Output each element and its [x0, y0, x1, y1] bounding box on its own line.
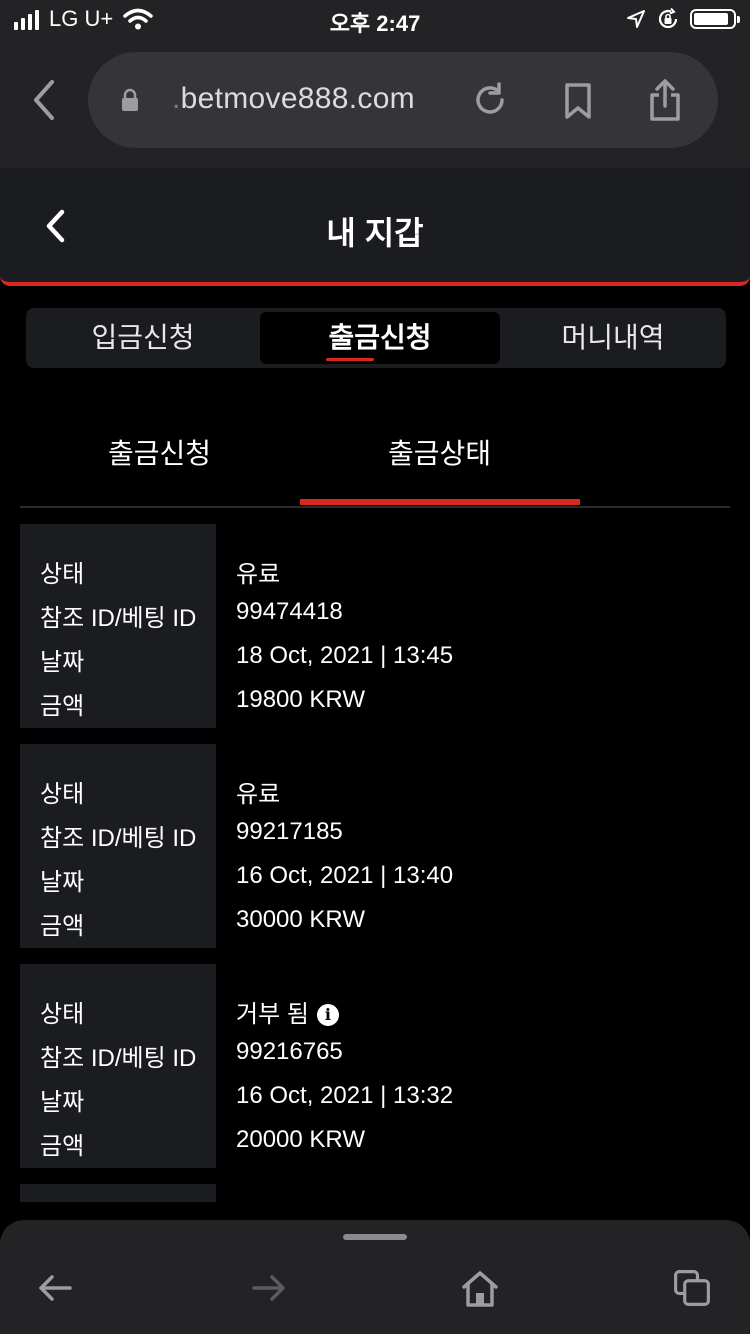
- back-arrow-icon[interactable]: [36, 1268, 76, 1308]
- record-label-column: 상태 참조 ID/베팅 ID 날짜 금액: [20, 524, 216, 728]
- status-bar: LG U+ 오후 2:47: [0, 0, 750, 40]
- amount-label: 금액: [40, 1133, 85, 1160]
- ref-id-label: 참조 ID/베팅 ID: [40, 1045, 197, 1072]
- amount-value: 30000 KRW: [236, 906, 365, 933]
- wallet-tabs: 입금신청 출금신청 머니내역: [26, 308, 726, 368]
- browser-toolbar: .betmove888.com: [0, 40, 750, 168]
- record-label-column: 상태 참조 ID/베팅 ID 날짜 금액: [20, 744, 216, 948]
- date-value: 18 Oct, 2021 | 13:45: [236, 642, 454, 669]
- home-icon[interactable]: [460, 1268, 500, 1308]
- ref-id-label: 참조 ID/베팅 ID: [40, 605, 197, 632]
- tabs-icon[interactable]: [672, 1268, 712, 1308]
- status-value: 유료: [236, 781, 281, 808]
- record-label-column: 상태 참조 ID/베팅 ID 날짜 금액: [20, 964, 216, 1168]
- address-bar[interactable]: .betmove888.com: [88, 52, 718, 148]
- date-value: 16 Oct, 2021 | 13:32: [236, 1082, 454, 1109]
- lock-icon: [122, 88, 138, 111]
- withdrawal-record: 상태 참조 ID/베팅 ID 날짜 금액 거부 됨 i 99216765 16 O…: [20, 964, 730, 1168]
- date-label: 날짜: [40, 1089, 85, 1116]
- status-label: 상태: [40, 1001, 85, 1028]
- url-text[interactable]: .betmove888.com: [172, 82, 415, 116]
- date-value: 16 Oct, 2021 | 13:40: [236, 862, 454, 889]
- active-subtab-indicator: [300, 499, 580, 505]
- partial-record-card: [20, 1184, 216, 1202]
- forward-arrow-icon[interactable]: [248, 1268, 288, 1308]
- status-value: 거부 됨: [236, 1001, 309, 1028]
- subtab-divider: [20, 506, 730, 508]
- location-arrow-icon: [627, 10, 645, 28]
- grab-handle[interactable]: [343, 1234, 407, 1240]
- tab-withdraw-request[interactable]: 출금신청: [260, 312, 500, 364]
- withdrawal-record: 상태 참조 ID/베팅 ID 날짜 금액 유료 99474418 18 Oct,…: [20, 524, 730, 728]
- app-header: 내 지갑: [0, 168, 750, 286]
- date-label: 날짜: [40, 649, 85, 676]
- status-label: 상태: [40, 561, 85, 588]
- tab-deposit-request[interactable]: 입금신청: [26, 308, 260, 368]
- status-label: 상태: [40, 781, 85, 808]
- tab-money-history[interactable]: 머니내역: [500, 308, 726, 368]
- info-icon[interactable]: i: [316, 1004, 339, 1026]
- browser-back-icon[interactable]: [28, 78, 60, 122]
- subtab-withdraw-request[interactable]: 출금신청: [108, 432, 211, 472]
- ref-id-value: 99217185: [236, 818, 343, 845]
- url-domain: betmove888.com: [180, 82, 415, 115]
- orientation-lock-icon: [658, 7, 678, 29]
- amount-value: 20000 KRW: [236, 1126, 365, 1153]
- status-right: [626, 7, 740, 31]
- amount-label: 금액: [40, 693, 85, 720]
- bookmark-icon[interactable]: [562, 82, 594, 120]
- withdrawal-record: 상태 참조 ID/베팅 ID 날짜 금액 유료 99217185 16 Oct,…: [20, 744, 730, 948]
- status-value-row: 거부 됨 i: [236, 994, 339, 1029]
- battery-icon: [690, 9, 740, 29]
- status-value: 유료: [236, 561, 281, 588]
- ref-id-value: 99474418: [236, 598, 343, 625]
- page-title: 내 지갑: [326, 215, 424, 251]
- share-icon[interactable]: [648, 78, 682, 122]
- url-prefix: .: [172, 82, 181, 115]
- active-tab-indicator: [326, 358, 374, 361]
- ref-id-label: 참조 ID/베팅 ID: [40, 825, 197, 852]
- reload-icon[interactable]: [472, 82, 508, 118]
- subtab-withdraw-status[interactable]: 출금상태: [388, 432, 491, 472]
- amount-label: 금액: [40, 913, 85, 940]
- amount-value: 19800 KRW: [236, 686, 365, 713]
- ref-id-value: 99216765: [236, 1038, 343, 1065]
- date-label: 날짜: [40, 869, 85, 896]
- browser-bottom-toolbar: [0, 1220, 750, 1334]
